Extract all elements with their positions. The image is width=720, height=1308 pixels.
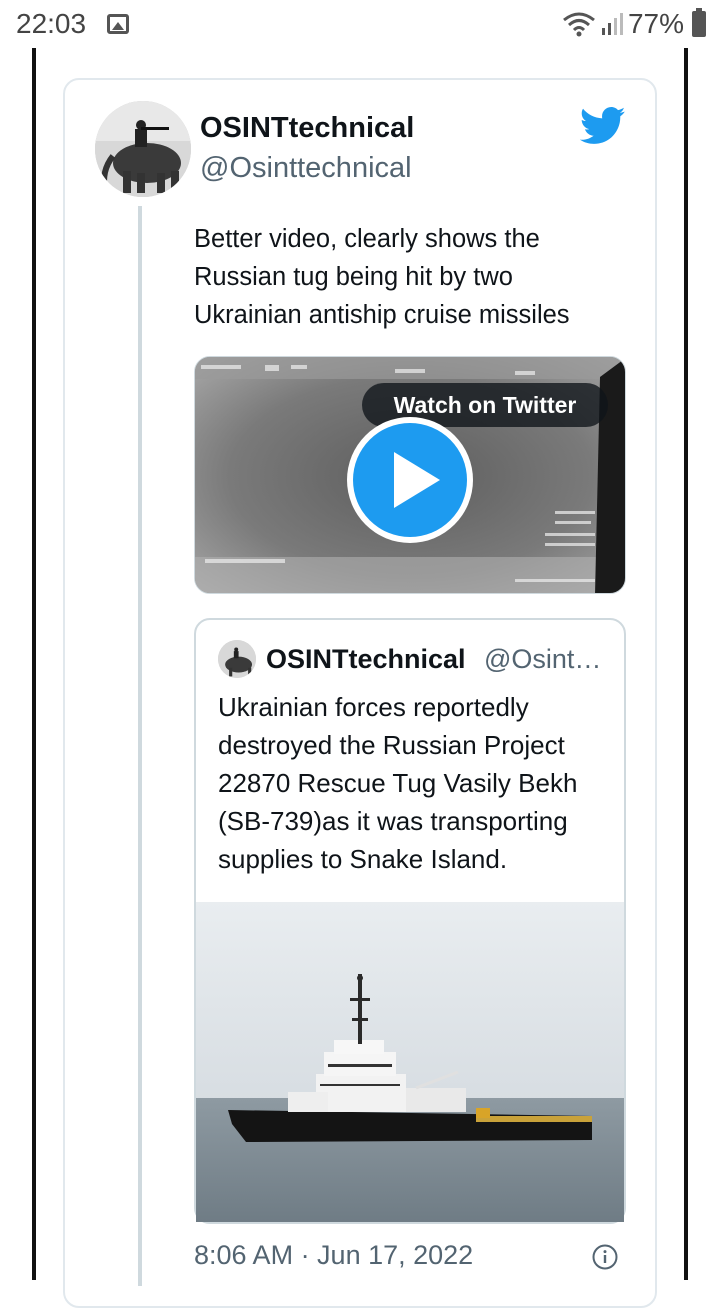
- play-icon[interactable]: [344, 414, 476, 546]
- wifi-icon: [563, 12, 595, 37]
- thread-line: [138, 206, 142, 1286]
- status-time: 22:03: [16, 8, 87, 39]
- image-icon: [107, 14, 129, 34]
- avatar[interactable]: [95, 101, 191, 197]
- quoted-author-name[interactable]: OSINTtechnical: [266, 644, 466, 675]
- info-icon[interactable]: [592, 1244, 618, 1270]
- quoted-tweet-image[interactable]: [196, 902, 624, 1222]
- author-name[interactable]: OSINTtechnical: [200, 112, 414, 145]
- status-bar: 22:03 77%: [0, 0, 720, 50]
- quoted-author-handle[interactable]: @Osint…: [484, 644, 601, 675]
- battery-icon: [692, 8, 706, 37]
- twitter-bird-icon[interactable]: [580, 106, 626, 146]
- battery-percent: 77%: [627, 8, 684, 39]
- left-border: [32, 48, 36, 1280]
- signal-icon: [601, 13, 623, 35]
- tweet-timestamp[interactable]: 8:06 AM · Jun 17, 2022: [194, 1240, 473, 1271]
- author-handle[interactable]: @Osinttechnical: [200, 152, 412, 185]
- quoted-tweet-text: Ukrainian forces reportedly destroyed th…: [218, 692, 578, 874]
- quoted-avatar-image: [218, 640, 256, 678]
- tweet-text: Better video, clearly shows the Russian …: [194, 225, 570, 329]
- quoted-avatar[interactable]: [218, 640, 256, 678]
- avatar-image: [95, 101, 191, 197]
- right-border: [684, 48, 688, 1280]
- status-right: 77%: [562, 8, 706, 40]
